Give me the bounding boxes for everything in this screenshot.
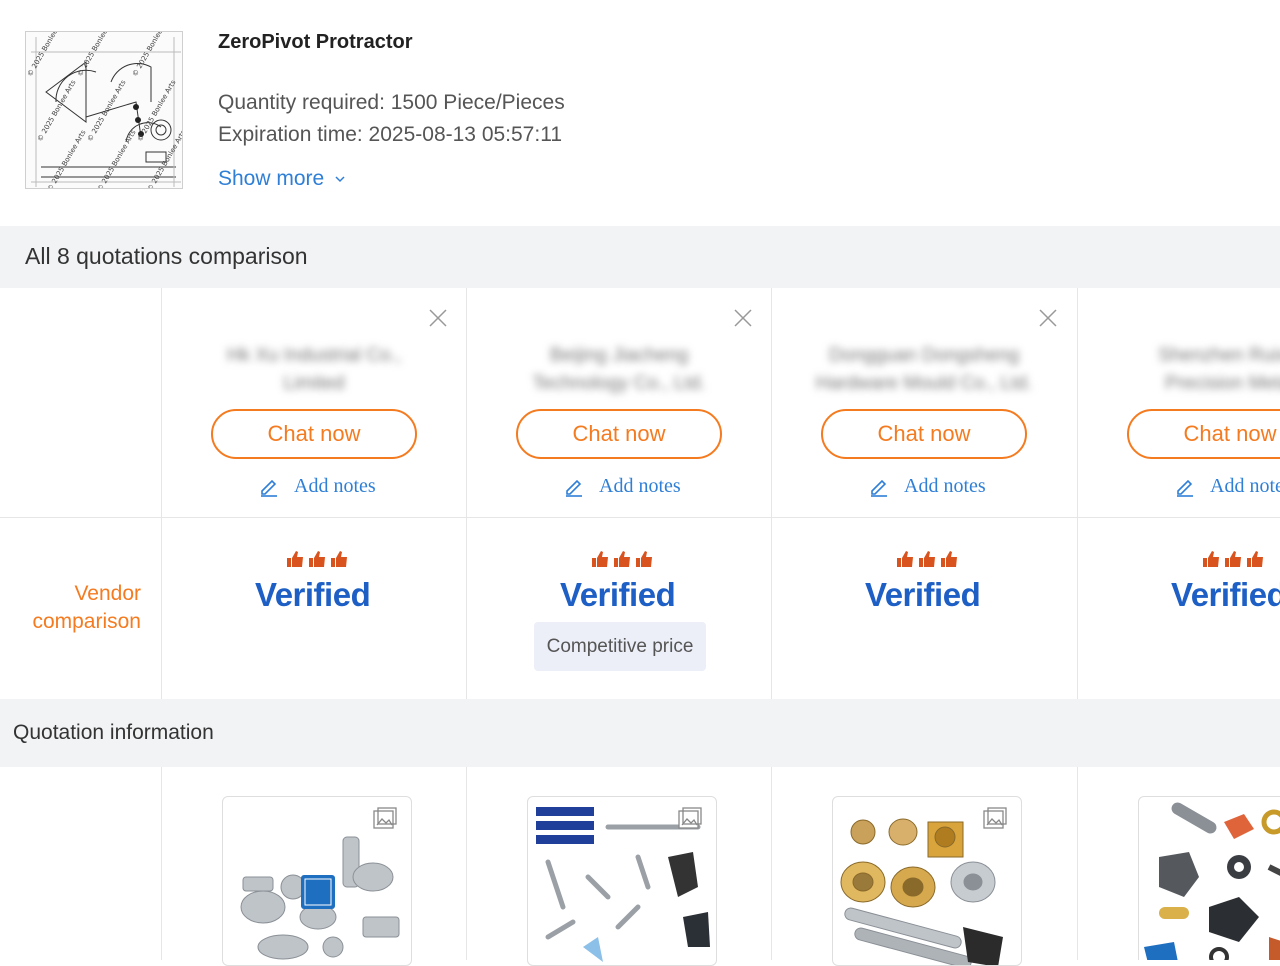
thumbnail-watermark: © 2025 Bonlee Arts <box>86 78 128 143</box>
vendor-column: Dongguan Dongsheng Hardware Mould Co., L… <box>772 288 1077 966</box>
show-more-link[interactable]: Show more <box>218 167 346 191</box>
vendor-name[interactable]: Dongguan Dongsheng Hardware Mould Co., L… <box>814 342 1034 398</box>
competitive-price-badge: Competitive price <box>534 622 706 671</box>
image-icon <box>983 807 1007 829</box>
thumbnail-watermark: © 2025 Bonlee Arts <box>26 32 68 78</box>
thumbs-up-icon <box>1203 551 1263 567</box>
show-more-label: Show more <box>218 167 325 190</box>
vendor-name[interactable]: Shenzhen Ruixin Precision Metal <box>1120 342 1280 398</box>
product-image[interactable] <box>527 796 717 966</box>
product-image[interactable] <box>222 796 412 966</box>
thumbnail-watermark: © 2025 Bonlee Arts <box>76 32 118 78</box>
close-icon[interactable] <box>733 308 753 328</box>
quotation-title: Quotation information <box>13 721 214 744</box>
comparison-section-header: All 8 quotations comparison <box>0 226 1280 288</box>
add-notes-label: Add notes <box>904 474 986 497</box>
vendor-name[interactable]: Beijing Jiacheng Technology Co., Ltd. <box>509 342 729 398</box>
verified-badge: Verified <box>560 576 676 613</box>
vendor-comparison-label: Vendor comparison <box>0 580 141 636</box>
add-notes-button[interactable]: Add notes <box>563 473 681 499</box>
image-icon <box>373 807 397 829</box>
chat-now-button[interactable]: Chat now <box>516 409 722 459</box>
close-icon[interactable] <box>428 308 448 328</box>
image-icon <box>678 807 702 829</box>
add-notes-label: Add notes <box>599 474 681 497</box>
thumbnail-watermark: © 2025 Bonlee Arts <box>96 128 138 189</box>
pencil-icon <box>261 479 277 497</box>
add-notes-button[interactable]: Add notes <box>258 473 376 499</box>
vendor-name-line: Limited <box>283 373 345 394</box>
vendor-name-line: Dongguan Dongsheng <box>828 345 1020 366</box>
chat-now-button[interactable]: Chat now <box>1127 409 1280 459</box>
product-image[interactable] <box>1138 796 1280 960</box>
vendor-name-line: Shenzhen Ruixin <box>1158 345 1280 366</box>
vendor-name-line: Hardware Mould Co., Ltd. <box>815 373 1033 394</box>
chat-now-button[interactable]: Chat now <box>211 409 417 459</box>
thumbnail-watermark: © 2025 Bonlee Arts <box>131 32 173 78</box>
product-photo <box>1144 802 1280 960</box>
chevron-down-icon <box>335 176 345 183</box>
chat-now-button[interactable]: Chat now <box>821 409 1027 459</box>
product-thumbnail[interactable]: © 2025 Bonlee Arts © 2025 Bonlee Arts © … <box>25 31 183 189</box>
pencil-icon <box>871 479 887 497</box>
vendor-column: Hk Xu Industrial Co., Limited Chat now A… <box>162 288 467 966</box>
vendor-column: Beijing Jiacheng Technology Co., Ltd. Ch… <box>467 288 772 966</box>
vendor-comparison-label-line: comparison <box>32 610 141 633</box>
thumbnail-watermark: © 2025 Bonlee Arts <box>46 128 88 189</box>
product-summary: © 2025 Bonlee Arts © 2025 Bonlee Arts © … <box>0 0 1280 226</box>
add-notes-button[interactable]: Add notes <box>1174 473 1280 499</box>
thumbs-up-icon <box>287 551 347 567</box>
verified-badge: Verified <box>865 576 981 613</box>
add-notes-button[interactable]: Add notes <box>868 473 986 499</box>
quotation-grid: Vendor comparison Hk Xu Industrial Co., … <box>0 288 1280 966</box>
add-notes-label: Add notes <box>1210 474 1280 497</box>
pencil-icon <box>1177 479 1193 497</box>
vendor-name-line: Hk Xu Industrial Co., <box>226 345 402 366</box>
quantity-required: Quantity required: 1500 Piece/Pieces <box>218 91 565 114</box>
vendor-name-line: Technology Co., Ltd. <box>532 373 706 394</box>
vendor-comparison-label-line: Vendor <box>74 582 141 605</box>
close-icon[interactable] <box>1038 308 1058 328</box>
quotation-section-header: Quotation information <box>0 699 1280 767</box>
vendor-name-line: Precision Metal <box>1165 373 1280 394</box>
expiration-time: Expiration time: 2025-08-13 05:57:11 <box>218 123 562 146</box>
pencil-icon <box>566 479 582 497</box>
verified-badge: Verified <box>255 576 371 613</box>
thumbnail-watermark: © 2025 Bonlee Arts <box>146 128 183 189</box>
vendor-column: Shenzhen Ruixin Precision Metal Chat now… <box>1078 288 1280 960</box>
thumbs-up-icon <box>592 551 652 567</box>
comparison-title: All 8 quotations comparison <box>25 243 308 269</box>
vendor-name[interactable]: Hk Xu Industrial Co., Limited <box>204 342 424 398</box>
protractor-drawing: © 2025 Bonlee Arts © 2025 Bonlee Arts © … <box>26 32 183 189</box>
product-title: ZeroPivot Protractor <box>218 31 413 53</box>
add-notes-label: Add notes <box>294 474 376 497</box>
thumbs-up-icon <box>897 551 957 567</box>
vendor-name-line: Beijing Jiacheng <box>549 345 689 366</box>
verified-badge: Verified <box>1171 576 1280 613</box>
product-image[interactable] <box>832 796 1022 966</box>
